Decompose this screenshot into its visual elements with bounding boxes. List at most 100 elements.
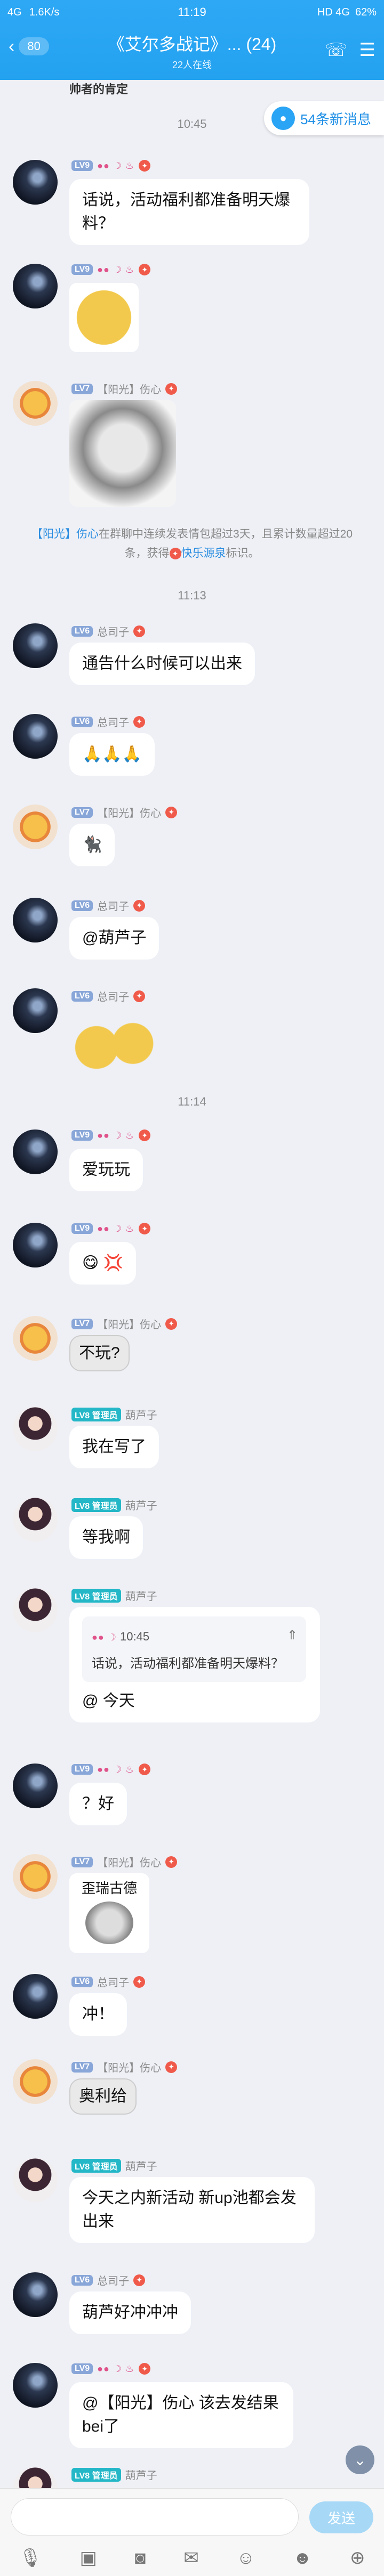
microphone-icon[interactable]: 🎙 xyxy=(19,2547,42,2569)
honor-icons: ●● ☽ ♨ xyxy=(97,2363,135,2374)
avatar[interactable] xyxy=(13,1129,58,1174)
emoji-sticker[interactable] xyxy=(69,283,139,352)
sticker-text[interactable]: 不玩? xyxy=(69,1335,130,1371)
message-bubble[interactable]: 等我啊 xyxy=(69,1516,143,1559)
scroll-down-button[interactable]: ⌄ xyxy=(346,2445,374,2474)
net-speed: 1.6K/s xyxy=(29,6,60,18)
avatar[interactable] xyxy=(13,2272,58,2317)
camera-icon[interactable]: ◙ xyxy=(135,2548,146,2569)
panda-meme-image[interactable] xyxy=(69,400,176,507)
level-badge: LV9 xyxy=(71,1223,93,1234)
avatar[interactable] xyxy=(13,1407,58,1451)
status-bar: 4G 1.6K/s 11:19 HD 4G 62% xyxy=(0,0,384,25)
level-badge: LV8 管理员 xyxy=(71,1588,121,1603)
avatar[interactable] xyxy=(13,1854,58,1899)
message-bubble[interactable]: ？好 xyxy=(69,1783,127,1825)
level-badge: LV6 xyxy=(71,2274,93,2286)
image-icon[interactable]: ▣ xyxy=(80,2547,97,2569)
battery-level: 62% xyxy=(355,6,377,18)
flame-badge-icon: ✦ xyxy=(133,2274,146,2286)
sender-name: 【阳光】伤心 xyxy=(97,2062,162,2074)
flame-badge-icon: ✦ xyxy=(139,1764,151,1775)
avatar[interactable] xyxy=(13,160,58,205)
toolbar: 🎙 ▣ ◙ ✉ ☺ ☻ ⊕ xyxy=(0,2542,384,2574)
network-indicator: 4G xyxy=(7,6,22,18)
menu-icon[interactable]: ☰ xyxy=(359,39,375,61)
message-bubble[interactable]: 葫芦好冲冲冲 xyxy=(69,2291,191,2334)
plus-icon[interactable]: ⊕ xyxy=(350,2547,365,2569)
flame-badge-icon: ✦ xyxy=(139,160,151,172)
flame-badge-icon: ✦ xyxy=(165,1856,178,1868)
timestamp: 11:13 xyxy=(178,589,206,602)
meme-sticker[interactable]: 歪瑞古德 xyxy=(69,1873,149,1953)
avatar[interactable] xyxy=(13,2158,58,2203)
message-bubble[interactable]: 通告什么时候可以出来 xyxy=(69,643,255,685)
avatar[interactable] xyxy=(13,988,58,1033)
chat-area[interactable]: 帅者的肯定 ● 54条新消息 10:45 LV9 ●● ☽ ♨ ✦ 话说，活动福利都… xyxy=(0,80,384,2512)
level-badge: LV8 管理员 xyxy=(71,1407,121,1421)
message-bubble[interactable]: 我在写了 xyxy=(69,1426,159,1468)
avatar[interactable] xyxy=(13,1316,58,1361)
chevron-left-icon: ‹ xyxy=(9,36,15,56)
flame-badge-icon: ✦ xyxy=(133,625,146,637)
red-packet-icon[interactable]: ✉ xyxy=(183,2547,199,2569)
avatar[interactable] xyxy=(13,898,58,942)
quoted-message[interactable]: ●● ☽ 10:45 话说，活动福利都准备明天爆料？ ⇑ xyxy=(82,1616,306,1682)
avatar[interactable] xyxy=(13,2059,58,2104)
avatar[interactable] xyxy=(13,264,58,308)
unread-count: 80 xyxy=(19,37,49,55)
message-bubble[interactable]: 爱玩玩 xyxy=(69,1149,143,1191)
avatar[interactable] xyxy=(13,1764,58,1808)
flame-badge-icon: ✦ xyxy=(165,2061,178,2073)
send-button[interactable]: 发送 xyxy=(309,2501,373,2533)
reply-bubble[interactable]: ●● ☽ 10:45 话说，活动福利都准备明天爆料？ ⇑ @ 今天 xyxy=(69,1607,320,1722)
sticker-text[interactable]: 奥利给 xyxy=(69,2078,137,2115)
top-bar: 4G 1.6K/s 11:19 HD 4G 62% ‹ 80 《艾尔多战记》..… xyxy=(0,0,384,80)
avatar[interactable] xyxy=(13,1974,58,2019)
gif-icon[interactable]: ☺ xyxy=(237,2548,255,2569)
message-input[interactable] xyxy=(11,2498,299,2536)
message-bubble[interactable]: @葫芦子 xyxy=(69,917,159,960)
chat-header: ‹ 80 《艾尔多战记》... (24) 22人在线 ☏ ☰ xyxy=(0,25,384,80)
avatar[interactable] xyxy=(13,1223,58,1267)
cat-emoji-bubble[interactable]: 🐈‍⬛ xyxy=(69,824,115,866)
avatar[interactable] xyxy=(13,714,58,759)
emoji-icon[interactable]: ☻ xyxy=(293,2548,312,2569)
honor-icons: ●● ☽ ♨ xyxy=(97,1764,135,1775)
flame-badge-icon: ✦ xyxy=(165,1318,178,1330)
message-bubble[interactable]: @【阳光】伤心 该去发结果bei了 xyxy=(69,2382,293,2448)
sender-name: 总司子 xyxy=(97,717,130,729)
level-badge: LV9 xyxy=(71,1130,93,1141)
group-title-area[interactable]: 《艾尔多战记》... (24) 22人在线 xyxy=(80,31,304,71)
sender-name: 【阳光】伤心 xyxy=(97,384,162,396)
sender-name: 葫芦子 xyxy=(125,2161,157,2173)
online-count: 22人在线 xyxy=(172,60,212,70)
avatar[interactable] xyxy=(13,1497,58,1542)
avatar[interactable] xyxy=(13,623,58,668)
avatar[interactable] xyxy=(13,805,58,849)
back-button[interactable]: ‹ 80 xyxy=(9,37,49,55)
flame-badge-icon: ✦ xyxy=(139,264,151,275)
level-badge: LV8 管理员 xyxy=(71,1498,121,1512)
message-bubble[interactable]: 话说，活动福利都准备明天爆料？ xyxy=(69,179,309,245)
jump-up-icon[interactable]: ⇑ xyxy=(287,1624,298,1647)
pray-emoji-bubble[interactable]: 🙏🙏🙏 xyxy=(69,733,155,776)
level-badge: LV7 xyxy=(71,807,93,818)
level-badge: LV7 xyxy=(71,2061,93,2073)
sender-name: 总司子 xyxy=(97,992,130,1003)
message-bubble[interactable]: 今天之内新活动 新up池都会发出来 xyxy=(69,2177,315,2243)
level-badge: LV6 xyxy=(71,990,93,1002)
level-badge: LV9 xyxy=(71,1764,93,1775)
avatar[interactable] xyxy=(13,381,58,426)
avatar[interactable] xyxy=(13,2363,58,2408)
avatar[interactable] xyxy=(13,1588,58,1632)
honor-icons: ●● ☽ ♨ xyxy=(97,1129,135,1141)
message-bubble[interactable]: 冲！ xyxy=(69,1993,127,2036)
level-badge: LV8 管理员 xyxy=(71,2158,121,2173)
group-call-icon[interactable]: ☏ xyxy=(325,39,348,61)
bear-sticker-image[interactable] xyxy=(69,1007,160,1087)
flame-badge-icon: ✦ xyxy=(165,383,178,395)
system-notice: 【阳光】伤心在群聊中连续发表情包超过3天，且累计数量超过20条，获得 ✦ 快乐源泉标… xyxy=(31,528,353,560)
message-bubble[interactable]: 😋 💢 xyxy=(69,1242,136,1285)
sender-name: 【阳光】伤心 xyxy=(97,808,162,819)
